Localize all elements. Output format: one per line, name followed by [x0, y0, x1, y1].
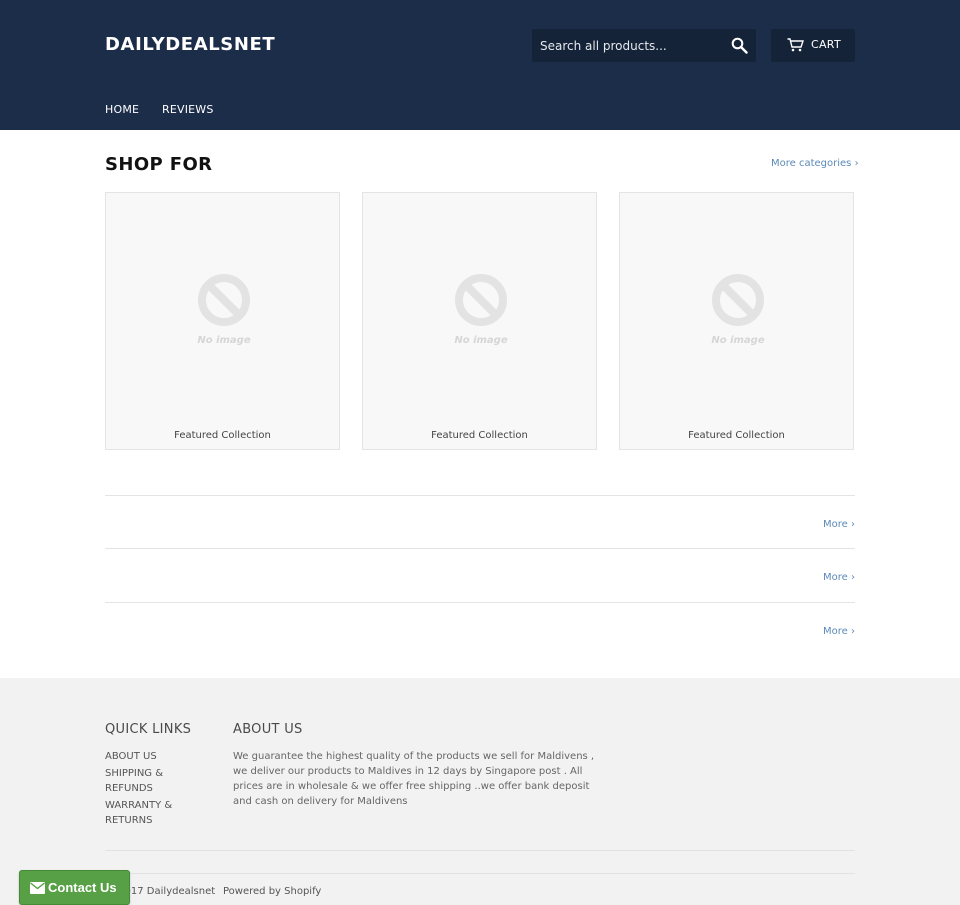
collection-card[interactable]: No image Featured Collection [362, 192, 597, 450]
footer-link-shipping-refunds[interactable]: SHIPPING & REFUNDS [105, 766, 175, 796]
cart-button[interactable]: CART [771, 29, 855, 62]
cart-icon [787, 38, 804, 52]
contact-us-button[interactable]: Contact Us [19, 870, 130, 905]
site-logo[interactable]: DAILYDEALSNET [105, 34, 275, 55]
no-image-label: No image [454, 335, 507, 346]
about-us-heading: ABOUT US [233, 722, 303, 737]
more-link[interactable]: More › [823, 626, 855, 637]
search-form [532, 29, 756, 62]
card-label: Featured Collection [688, 430, 785, 441]
cart-label: CART [811, 38, 841, 51]
footer-link-warranty-returns[interactable]: WARRANTY & RETURNS [105, 798, 177, 828]
shop-for-heading: SHOP FOR [105, 154, 213, 175]
nav-reviews[interactable]: REVIEWS [162, 103, 214, 116]
section-divider [105, 548, 855, 549]
card-label: Featured Collection [431, 430, 528, 441]
footer-link-about-us[interactable]: ABOUT US [105, 749, 195, 764]
site-header: DAILYDEALSNET CART HOME REVIEWS [0, 0, 960, 130]
no-image-label: No image [711, 335, 764, 346]
collection-card[interactable]: No image Featured Collection [105, 192, 340, 450]
more-categories-link[interactable]: More categories › [771, 158, 859, 169]
no-image-label: No image [197, 335, 250, 346]
no-image-placeholder-icon: No image [711, 274, 765, 346]
more-link[interactable]: More › [823, 519, 855, 530]
more-link[interactable]: More › [823, 572, 855, 583]
powered-by-shopify-link[interactable]: Powered by Shopify [223, 886, 321, 897]
no-image-placeholder-icon: No image [197, 274, 251, 346]
contact-us-label: Contact Us [48, 880, 117, 895]
card-label: Featured Collection [174, 430, 271, 441]
about-us-text: We guarantee the highest quality of the … [233, 751, 595, 807]
section-divider [105, 495, 855, 496]
section-divider [105, 602, 855, 603]
quick-links-heading: QUICK LINKS [105, 722, 192, 737]
no-image-placeholder-icon: No image [454, 274, 508, 346]
search-input[interactable] [532, 29, 722, 62]
collection-card[interactable]: No image Featured Collection [619, 192, 854, 450]
search-icon[interactable] [731, 37, 748, 54]
footer-divider [105, 873, 855, 874]
nav-home[interactable]: HOME [105, 103, 139, 116]
footer-divider [105, 850, 855, 851]
envelope-icon [30, 882, 45, 894]
